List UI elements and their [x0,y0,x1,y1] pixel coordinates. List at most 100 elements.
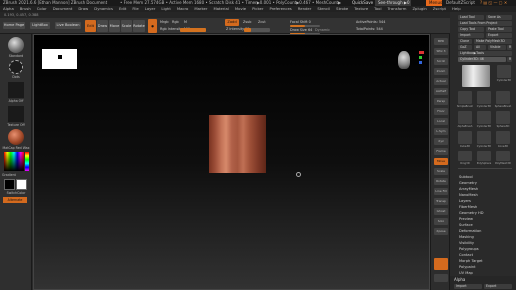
menu-preferences[interactable]: Preferences [269,6,291,11]
menu-stencil[interactable]: Stencil [317,6,330,11]
rotate-button[interactable]: Rotate [133,20,145,32]
actual-button[interactable]: Actual [434,78,448,85]
frame-button[interactable]: Frame [434,148,448,155]
subpalette-geometry-hd[interactable]: Geometry HD [459,211,484,215]
persp-button[interactable]: Persp [434,98,448,105]
all-button[interactable]: All [474,45,486,50]
tool-thumb[interactable]: Cube3D [458,131,472,148]
tool-thumb[interactable]: PolyMesh3D [495,151,511,165]
clone-button[interactable]: Clone [458,39,472,44]
alpha-export-button[interactable]: Export [484,284,512,289]
move-view-button[interactable]: Move [434,158,448,165]
menu-marker[interactable]: Marker [194,6,207,11]
dots-stroke-icon[interactable] [9,60,23,74]
menu-picker[interactable]: Picker [252,6,263,11]
subpalette-morph-target[interactable]: Morph Target [459,259,483,263]
subpalette-geometry[interactable]: Geometry [459,181,477,185]
material-sphere-icon[interactable] [8,129,24,145]
menu-alpha[interactable]: Alpha [3,6,14,11]
edit-button[interactable]: Edit [85,20,96,32]
tool-thumb[interactable]: PolySphere [477,151,491,165]
cylinder3d-mesh[interactable] [209,115,266,173]
floor-button[interactable]: Floor [434,108,448,115]
move-button[interactable]: Move [109,20,120,32]
r-button[interactable]: R [507,45,512,50]
rgb-button[interactable]: Rgb [172,20,179,24]
transp-button[interactable]: Transp [434,198,448,205]
subpalette-masking[interactable]: Masking [459,235,474,239]
menu-brush[interactable]: Brush [20,6,31,11]
texture-off-icon[interactable] [8,106,24,122]
standard-brush-icon[interactable] [8,37,24,53]
tool-thumb[interactable]: Ring3D [458,151,472,165]
r2-button[interactable]: R [507,57,512,62]
tool-icon[interactable] [434,274,448,282]
line-fill-button[interactable]: Line Fill [434,188,448,195]
local-button[interactable]: Local [434,118,448,125]
current-tool-slider[interactable]: Cylinder3D: 46 [458,57,506,62]
export-tool-button[interactable]: Export [486,33,512,38]
color-picker[interactable] [4,152,24,171]
subpalette-fibermesh[interactable]: FiberMesh [459,205,477,209]
save-as-button[interactable]: Save As [486,15,512,20]
canvas-viewport[interactable] [33,34,430,290]
live-boolean-button[interactable]: Live Boolean [55,22,81,29]
hue-slider[interactable] [25,152,29,171]
make-polymesh3d-button[interactable]: Make PolyMesh3D [474,39,512,44]
m-button[interactable]: M [184,20,187,24]
secondary-color-swatch[interactable] [4,179,15,190]
paste-tool-button[interactable]: Paste Tool [486,27,512,32]
menu-movie[interactable]: Movie [235,6,246,11]
subpalette-uv-map[interactable]: UV Map [459,271,473,275]
menu-draw[interactable]: Draw [78,6,88,11]
mrgb-button[interactable]: Mrgb [160,20,169,24]
tool-thumb[interactable]: Cylinder3D [477,91,491,108]
draw-button[interactable]: Draw [97,20,108,32]
lightbox-button[interactable]: LightBox [30,22,50,29]
solo-button[interactable]: Solo [434,218,448,225]
menu-document[interactable]: Document [53,6,73,11]
alpha-palette-title[interactable]: Alpha [454,277,465,282]
zcut-button[interactable]: Zcut [258,20,266,24]
menu-macro[interactable]: Macro [177,6,189,11]
bpr-button[interactable]: BPR [434,38,448,45]
brush-color-swatch[interactable]: ● [148,19,157,33]
xpose-button[interactable]: Xpose [434,228,448,235]
menu-transform[interactable]: Transform [388,6,407,11]
import-tool-button[interactable]: Import [458,33,484,38]
subpalette-subtool[interactable]: Subtool [459,175,473,179]
tool-thumb[interactable]: Sphere3D [496,111,510,128]
subpalette-polygroups[interactable]: Polygroups [459,247,479,251]
alpha-off-icon[interactable] [8,82,24,98]
polyframe-icon[interactable] [434,258,448,270]
main-color-swatch[interactable] [16,179,27,190]
zoom-button[interactable]: Zoom [434,68,448,75]
orientation-head-icon[interactable] [398,51,410,69]
subpalette-contact[interactable]: Contact [459,253,473,257]
menu-tool[interactable]: Tool [374,6,381,11]
scale-view-button[interactable]: Scale [434,168,448,175]
menu-zplugin[interactable]: Zplugin [412,6,426,11]
zsub-button[interactable]: Zsub [243,20,251,24]
menu-help[interactable]: Help [452,6,461,11]
menu-color[interactable]: Color [37,6,47,11]
lsym-button[interactable]: L.Sym [434,128,448,135]
visible-button[interactable]: Visible [488,45,506,50]
rgb-intensity-slider[interactable] [180,28,206,32]
menu-render[interactable]: Render [298,6,312,11]
menu-dynamics[interactable]: Dynamics [94,6,113,11]
alpha-import-button[interactable]: Import [454,284,482,289]
menu-edit[interactable]: Edit [119,6,126,11]
subpalette-nanomesh[interactable]: NanoMesh [459,193,478,197]
subpalette-arraymesh[interactable]: ArrayMesh [459,187,478,191]
switch-color-button[interactable]: SwitchColor [0,191,32,195]
tool-thumb[interactable]: Cylinder3D [477,111,491,128]
gradient-label[interactable]: Gradient [0,173,32,177]
tool-thumb[interactable]: Cone3D [496,131,510,148]
menu-light[interactable]: Light [161,6,170,11]
load-tool-button[interactable]: Load Tool [458,15,484,20]
scale-button[interactable]: Scale [121,20,132,32]
navigation-thumbnail[interactable] [42,49,77,69]
menu-zscript[interactable]: Zscript [433,6,446,11]
focal-shift-slider[interactable] [290,25,320,27]
